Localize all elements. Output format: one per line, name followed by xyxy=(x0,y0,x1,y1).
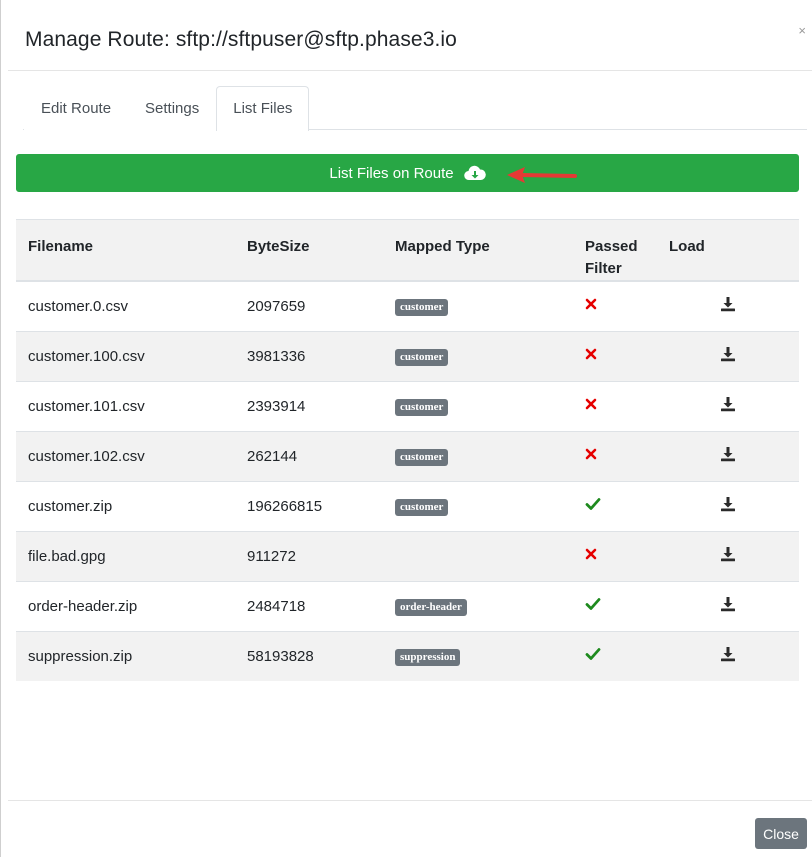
table-row: customer.0.csv 2097659 customer xyxy=(16,280,799,331)
x-mark-icon xyxy=(585,547,597,564)
cell-passed-filter xyxy=(573,430,657,481)
cell-mapped-type: order-header xyxy=(383,580,573,631)
table-row: customer.102.csv 262144 customer xyxy=(16,430,799,481)
download-icon[interactable] xyxy=(720,396,736,416)
cell-bytesize: 911272 xyxy=(235,530,383,581)
cell-load xyxy=(657,430,799,481)
table-header-row: Filename ByteSize Mapped Type Passed Fil… xyxy=(16,219,799,282)
table-row: order-header.zip 2484718 order-header xyxy=(16,580,799,631)
table-row: customer.zip 196266815 customer xyxy=(16,480,799,531)
cell-mapped-type: customer xyxy=(383,330,573,381)
col-mapped-type: Mapped Type xyxy=(383,219,573,282)
cell-filename: customer.102.csv xyxy=(16,430,235,481)
cell-bytesize: 2484718 xyxy=(235,580,383,631)
download-icon[interactable] xyxy=(720,646,736,666)
checkmark-icon xyxy=(585,597,601,615)
mapped-type-badge: order-header xyxy=(395,598,467,616)
cell-filename: customer.0.csv xyxy=(16,280,235,331)
mapped-type-badge: customer xyxy=(395,348,449,366)
modal-close-x-button[interactable]: × xyxy=(798,24,806,37)
col-passed-filter-line1: Passed xyxy=(585,238,638,255)
list-files-button-label: List Files on Route xyxy=(329,164,454,182)
table-row: customer.101.csv 2393914 customer xyxy=(16,380,799,431)
annotation-arrow-icon xyxy=(507,167,577,183)
cell-passed-filter xyxy=(573,380,657,431)
mapped-type-badge: customer xyxy=(395,298,449,316)
route-tabs: Edit Route Settings List Files xyxy=(23,86,807,131)
table-row: file.bad.gpg 911272 xyxy=(16,530,799,581)
modal-body: Edit Route Settings List Files xyxy=(8,71,812,131)
cell-load xyxy=(657,480,799,531)
cell-passed-filter xyxy=(573,530,657,581)
cell-filename: file.bad.gpg xyxy=(16,530,235,581)
tab-edit-route[interactable]: Edit Route xyxy=(24,86,129,130)
cell-load xyxy=(657,630,799,681)
cell-load xyxy=(657,530,799,581)
download-icon[interactable] xyxy=(720,546,736,566)
col-bytesize: ByteSize xyxy=(235,219,383,282)
cell-passed-filter xyxy=(573,280,657,331)
cell-passed-filter xyxy=(573,480,657,531)
window-edge xyxy=(0,0,1,857)
tab-list-files[interactable]: List Files xyxy=(216,86,310,131)
col-passed-filter: Passed Filter xyxy=(573,219,657,282)
modal-title: Manage Route: sftp://sftpuser@sftp.phase… xyxy=(25,28,457,51)
download-icon[interactable] xyxy=(720,496,736,516)
col-passed-filter-line2: Filter xyxy=(585,260,622,277)
cell-bytesize: 2393914 xyxy=(235,380,383,431)
cell-passed-filter xyxy=(573,580,657,631)
cell-bytesize: 196266815 xyxy=(235,480,383,531)
modal-footer-divider xyxy=(8,800,812,801)
list-files-on-route-button[interactable]: List Files on Route xyxy=(16,154,799,192)
cell-load xyxy=(657,330,799,381)
x-mark-icon xyxy=(585,447,597,464)
mapped-type-badge: suppression xyxy=(395,648,461,666)
files-table: Filename ByteSize Mapped Type Passed Fil… xyxy=(16,219,799,681)
cell-bytesize: 58193828 xyxy=(235,630,383,681)
cell-load xyxy=(657,380,799,431)
cell-filename: customer.101.csv xyxy=(16,380,235,431)
download-icon[interactable] xyxy=(720,346,736,366)
cloud-download-icon xyxy=(463,165,486,181)
table-row: customer.100.csv 3981336 customer xyxy=(16,330,799,381)
download-icon[interactable] xyxy=(720,296,736,316)
cell-filename: customer.zip xyxy=(16,480,235,531)
cell-filename: suppression.zip xyxy=(16,630,235,681)
cell-load xyxy=(657,280,799,331)
cell-mapped-type: customer xyxy=(383,430,573,481)
col-load: Load xyxy=(657,219,799,282)
cell-bytesize: 262144 xyxy=(235,430,383,481)
tab-settings[interactable]: Settings xyxy=(128,86,217,130)
cell-bytesize: 2097659 xyxy=(235,280,383,331)
cell-mapped-type: customer xyxy=(383,380,573,431)
close-button[interactable]: Close xyxy=(755,818,807,849)
col-filename: Filename xyxy=(16,219,235,282)
x-mark-icon xyxy=(585,347,597,364)
cell-load xyxy=(657,580,799,631)
mapped-type-badge: customer xyxy=(395,448,449,466)
download-icon[interactable] xyxy=(720,596,736,616)
cell-filename: customer.100.csv xyxy=(16,330,235,381)
x-mark-icon xyxy=(585,397,597,414)
cell-mapped-type: customer xyxy=(383,280,573,331)
cell-mapped-type: suppression xyxy=(383,630,573,681)
cell-mapped-type xyxy=(383,530,573,581)
download-icon[interactable] xyxy=(720,446,736,466)
x-mark-icon xyxy=(585,297,597,314)
modal-header: Manage Route: sftp://sftpuser@sftp.phase… xyxy=(8,0,812,71)
cell-mapped-type: customer xyxy=(383,480,573,531)
cell-passed-filter xyxy=(573,330,657,381)
cell-passed-filter xyxy=(573,630,657,681)
checkmark-icon xyxy=(585,497,601,515)
cell-filename: order-header.zip xyxy=(16,580,235,631)
mapped-type-badge: customer xyxy=(395,398,449,416)
mapped-type-badge: customer xyxy=(395,498,449,516)
checkmark-icon xyxy=(585,647,601,665)
cell-bytesize: 3981336 xyxy=(235,330,383,381)
table-row: suppression.zip 58193828 suppression xyxy=(16,630,799,681)
